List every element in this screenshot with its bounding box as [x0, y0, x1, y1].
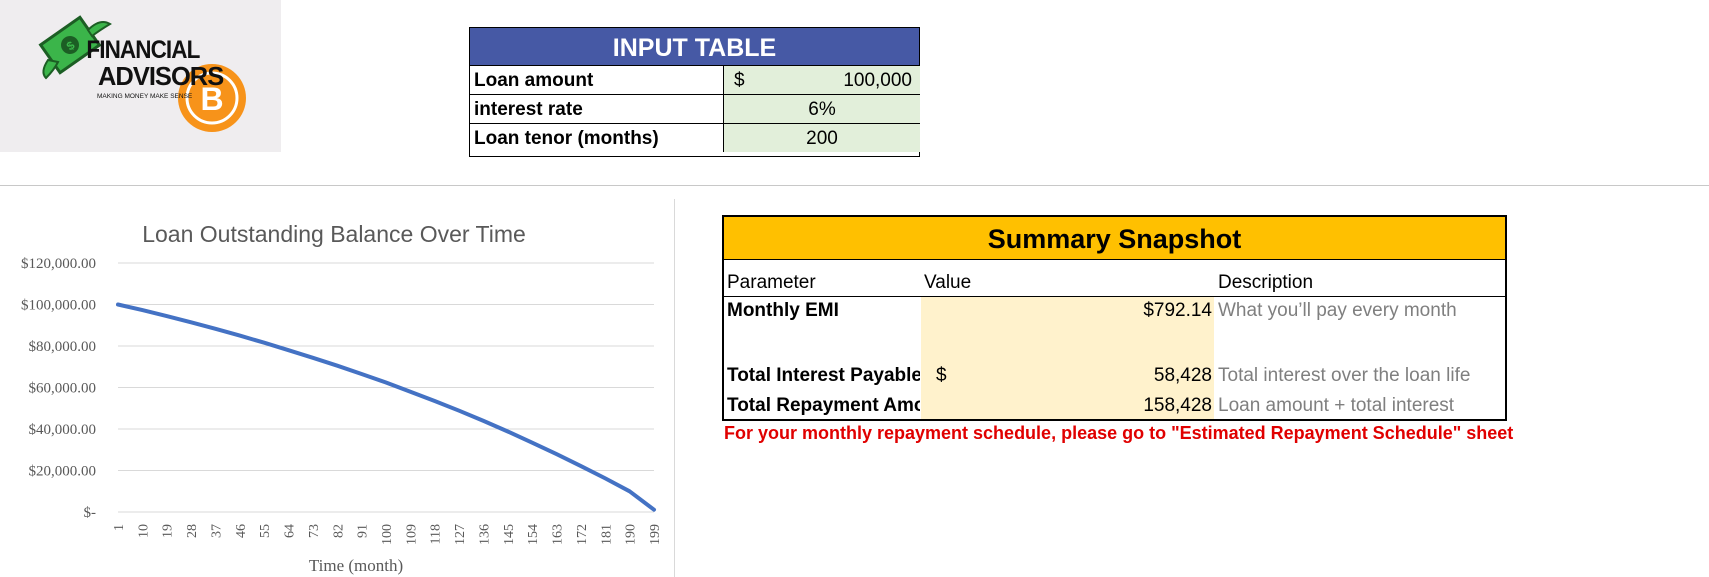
header-value: Value: [924, 272, 972, 293]
y-axis-ticks: $120,000.00 $100,000.00 $80,000.00 $60,000.…: [21, 256, 96, 521]
repayment-schedule-note: For your monthly repayment schedule, ple…: [724, 423, 1514, 443]
section-divider: [0, 185, 1709, 186]
logo-tagline: MAKING MONEY MAKE SENSE: [97, 93, 193, 100]
y-tick-label: $80,000.00: [29, 339, 97, 355]
x-tick-label: 91: [356, 524, 371, 538]
interest-rate-value: 6%: [808, 99, 836, 120]
row-description: Loan amount + total interest: [1218, 395, 1455, 416]
x-tick-label: 127: [453, 524, 468, 545]
x-tick-label: 163: [551, 524, 566, 545]
summary-title: Summary Snapshot: [724, 217, 1505, 260]
balance-series-line: [116, 302, 656, 512]
y-tick-label: $60,000.00: [29, 381, 97, 397]
row-label-monthly-emi: Monthly EMI: [727, 300, 839, 321]
money-bill-and-bitcoin-icon: B $ FINANCIAL ADVISORS MAKING MONEY MAKE…: [38, 15, 246, 132]
row-label-total-interest: Total Interest Payable: [727, 365, 920, 386]
x-tick-label: 46: [234, 524, 249, 538]
monthly-emi-value: $792.14: [1143, 300, 1212, 321]
input-label: Loan amount: [474, 70, 594, 91]
total-interest-value: 58,428: [1153, 365, 1212, 386]
x-tick-label: 136: [477, 524, 492, 545]
x-tick-label: 181: [599, 524, 614, 545]
x-axis-ticks: 1 10 19 28 37 46 55 64 73 82 91 100 109 118 127 136 145 1…: [112, 524, 663, 545]
x-tick-label: 82: [331, 524, 346, 538]
header-parameter: Parameter: [727, 272, 816, 293]
header-description: Description: [1218, 272, 1314, 293]
x-tick-label: 73: [307, 524, 322, 538]
y-tick-label: $20,000.00: [29, 464, 97, 480]
input-row-loan-tenor: Loan tenor (months) 200: [470, 124, 920, 153]
balance-chart-svg: Loan Outstanding Balance Over Time $120,…: [21, 221, 663, 575]
x-tick-label: 199: [648, 524, 663, 545]
summary-snapshot: Summary Snapshot Parameter Value Descrip…: [722, 215, 1507, 421]
x-tick-label: 10: [136, 524, 151, 538]
loan-tenor-value: 200: [806, 128, 838, 149]
x-tick-label: 55: [258, 524, 273, 538]
input-row-interest-rate: interest rate 6%: [470, 95, 920, 124]
row-description: Total interest over the loan life: [1218, 365, 1471, 386]
logo-line1: FINANCIAL: [86, 36, 199, 64]
x-tick-label: 109: [404, 524, 419, 545]
x-tick-label: 100: [380, 524, 395, 545]
x-tick-label: 172: [575, 524, 590, 545]
currency-symbol: $: [734, 70, 745, 91]
input-label: Loan tenor (months): [474, 128, 659, 149]
row-label-total-repayment: Total Repayment Amount: [727, 395, 920, 416]
row-description: What you’ll pay every month: [1218, 300, 1457, 321]
x-tick-label: 37: [209, 524, 224, 538]
x-tick-label: 190: [624, 524, 639, 545]
loan-amount-value: 100,000: [843, 70, 912, 91]
logo-line2: ADVISORS: [98, 63, 224, 91]
x-tick-label: 19: [161, 524, 176, 538]
total-repayment-value: 158,428: [1143, 395, 1212, 416]
header-rule: [724, 296, 1505, 297]
y-tick-label: $100,000.00: [21, 298, 96, 314]
x-tick-label: 154: [526, 524, 541, 545]
loan-amount-cell[interactable]: $ 100,000: [723, 66, 920, 94]
input-row-loan-amount: Loan amount $ 100,000: [470, 66, 920, 95]
company-logo: B $ FINANCIAL ADVISORS MAKING MONEY MAKE…: [0, 0, 281, 152]
interest-rate-cell[interactable]: 6%: [723, 95, 920, 123]
input-table-title: INPUT TABLE: [470, 28, 919, 66]
x-tick-label: 64: [283, 524, 298, 538]
x-tick-label: 145: [502, 524, 517, 545]
input-label: interest rate: [474, 99, 583, 120]
x-tick-label: 1: [112, 524, 127, 531]
y-tick-label: $-: [84, 505, 97, 521]
chart-title: Loan Outstanding Balance Over Time: [142, 221, 526, 247]
row-currency: $: [936, 365, 947, 386]
x-tick-label: 28: [185, 524, 200, 538]
y-tick-label: $40,000.00: [29, 422, 97, 438]
x-tick-label: 118: [429, 524, 444, 544]
input-table: INPUT TABLE Loan amount $ 100,000 intere…: [469, 27, 920, 157]
loan-tenor-cell[interactable]: 200: [723, 124, 920, 152]
chart-gridlines: [118, 262, 654, 513]
y-tick-label: $120,000.00: [21, 256, 96, 272]
x-axis-label: Time (month): [309, 556, 403, 575]
balance-chart[interactable]: Loan Outstanding Balance Over Time $120,…: [0, 199, 675, 577]
